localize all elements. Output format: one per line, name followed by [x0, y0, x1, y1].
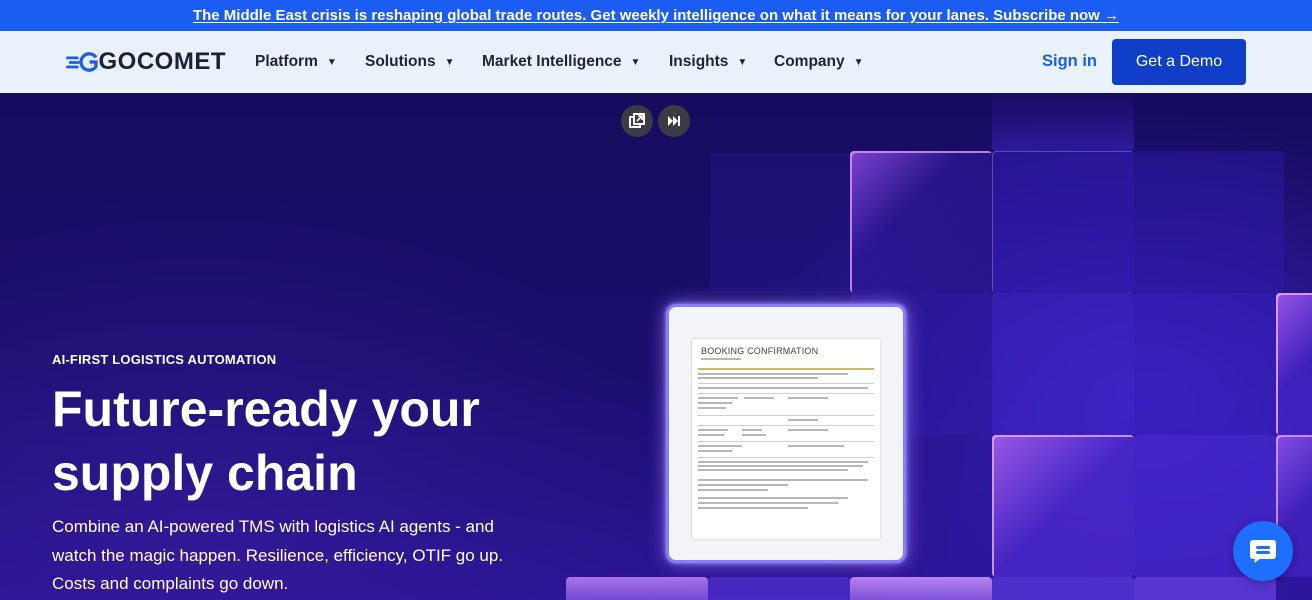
bg-tile — [566, 577, 708, 600]
nav-item-label: Solutions — [365, 53, 436, 70]
document-text — [698, 465, 863, 467]
nav-item-solutions[interactable]: Solutions ▼ — [365, 53, 455, 71]
nav-item-label: Platform — [255, 53, 318, 70]
document-page: BOOKING CONFIRMATION — [692, 339, 880, 539]
caret-down-icon: ▼ — [853, 56, 864, 68]
document-title: BOOKING CONFIRMATION — [701, 346, 819, 356]
bg-tile — [992, 93, 1134, 151]
sign-in-link[interactable]: Sign in — [1042, 52, 1097, 71]
bg-tile — [992, 577, 1134, 600]
document-rule — [698, 425, 874, 426]
document-text — [744, 397, 774, 399]
document-text — [698, 373, 848, 375]
document-text — [698, 434, 724, 436]
document-text — [698, 502, 838, 504]
hero-subtext: Combine an AI-powered TMS with logistics… — [52, 517, 504, 593]
logo[interactable]: GOCOMET — [66, 48, 226, 75]
caret-down-icon: ▼ — [326, 56, 337, 68]
document-text — [788, 429, 828, 431]
document-text — [698, 377, 818, 379]
document-text — [698, 450, 732, 452]
nav-item-market-intelligence[interactable]: Market Intelligence ▼ — [482, 53, 640, 71]
document-text — [698, 397, 738, 399]
caret-down-icon: ▼ — [630, 56, 641, 68]
document-text — [788, 445, 844, 447]
document-preview-card: BOOKING CONFIRMATION — [666, 304, 906, 563]
document-text — [698, 407, 726, 409]
hero-eyebrow: AI-FIRST LOGISTICS AUTOMATION — [52, 352, 277, 367]
document-text — [698, 461, 868, 463]
announcement-bar: The Middle East crisis is reshaping glob… — [0, 0, 1312, 31]
bg-tile — [1134, 151, 1284, 293]
chat-icon — [1250, 540, 1276, 563]
document-rule — [698, 457, 874, 458]
bg-tile — [850, 151, 992, 293]
nav-item-label: Insights — [669, 53, 729, 70]
document-text — [698, 479, 868, 481]
document-text — [698, 484, 788, 486]
document-text — [698, 429, 728, 431]
skip-forward-button[interactable] — [658, 105, 690, 137]
document-text — [698, 402, 732, 404]
hero-headline: Future-ready your supply chain — [52, 381, 480, 501]
document-text — [742, 434, 766, 436]
bg-tile — [1134, 577, 1276, 600]
popout-button[interactable] — [621, 105, 653, 137]
document-text — [698, 469, 848, 471]
document-subline — [701, 358, 741, 360]
bg-tile — [992, 435, 1134, 577]
bg-tile — [992, 151, 1134, 293]
chat-button[interactable] — [1233, 521, 1293, 581]
hero-section: AI-FIRST LOGISTICS AUTOMATION Future-rea… — [0, 93, 1312, 600]
announcement-link[interactable]: The Middle East crisis is reshaping glob… — [193, 7, 1119, 24]
document-text — [698, 507, 808, 509]
bg-tile — [1276, 293, 1312, 435]
nav-item-insights[interactable]: Insights ▼ — [669, 53, 747, 71]
nav-item-label: Company — [774, 53, 845, 70]
logo-text: GOCOMET — [98, 48, 226, 75]
document-accent-bar — [698, 368, 874, 370]
document-text — [698, 387, 868, 389]
caret-down-icon: ▼ — [444, 56, 455, 68]
document-rule — [698, 441, 874, 442]
bg-tile — [708, 577, 850, 600]
document-rule — [698, 415, 874, 416]
document-text — [788, 397, 828, 399]
document-text — [742, 429, 762, 431]
caret-down-icon: ▼ — [737, 56, 748, 68]
document-text — [698, 497, 848, 499]
bg-tile — [710, 153, 850, 293]
bg-tile — [850, 577, 992, 600]
document-text — [698, 445, 742, 447]
document-rule — [698, 393, 874, 394]
popout-icon — [629, 113, 645, 128]
nav-item-platform[interactable]: Platform ▼ — [255, 53, 337, 71]
get-demo-button[interactable]: Get a Demo — [1112, 39, 1246, 85]
document-text — [698, 489, 768, 491]
document-rule — [698, 383, 874, 384]
top-nav: GOCOMET Platform ▼ Solutions ▼ Market In… — [0, 31, 1312, 93]
logo-comet-icon — [66, 52, 98, 72]
nav-item-company[interactable]: Company ▼ — [774, 53, 864, 71]
bg-tile — [1134, 293, 1276, 435]
document-text — [788, 419, 818, 421]
nav-item-label: Market Intelligence — [482, 53, 622, 70]
bg-tile — [992, 293, 1134, 435]
skip-forward-icon — [668, 116, 680, 126]
